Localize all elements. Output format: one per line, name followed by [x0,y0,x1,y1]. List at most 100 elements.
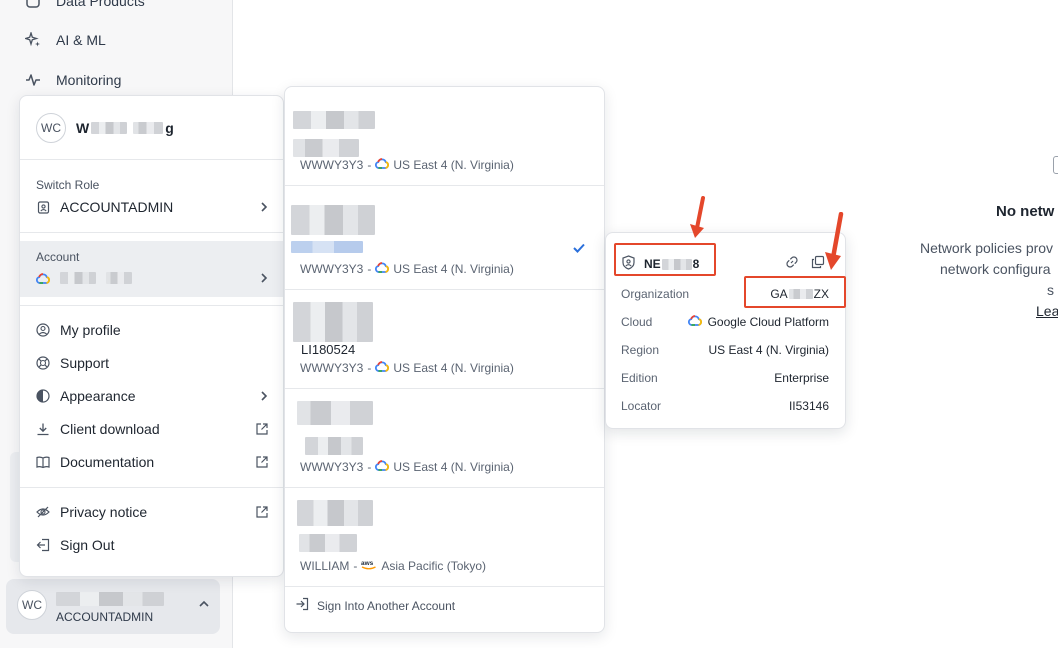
chevron-up-icon[interactable] [198,597,210,615]
divider [20,305,283,306]
menu-item-label: Support [60,355,110,371]
account-separator: - [353,559,358,573]
account-separator: - [367,460,372,474]
checkmark-icon [572,241,586,259]
user-menu-header: WC W g [20,96,283,160]
sidebar-item-ai-ml[interactable]: AI & ML [24,31,106,49]
google-cloud-icon [687,315,702,329]
link-icon[interactable] [785,255,799,274]
book-icon [36,455,50,469]
detail-row-edition: Edition Enterprise [621,371,829,385]
redacted-account-name [106,272,132,284]
account-list-item[interactable]: LI180524 WWWY3Y3 - US East 4 (N. Virgini… [285,290,604,389]
sidebar-item-data-products[interactable]: Data Products [24,0,145,10]
aws-icon: aws [361,559,377,573]
account-switch-button[interactable] [36,271,269,285]
annotation-box-account-name [614,243,716,276]
privacy-notice-item[interactable]: Privacy notice [36,504,269,520]
chevron-right-icon [259,272,269,284]
google-cloud-icon [375,158,390,172]
lifebuoy-icon [36,356,50,370]
empty-state-title: No netw [996,203,1055,220]
annotation-arrow-icon [825,212,844,270]
menu-item-label: Privacy notice [60,504,148,520]
account-org: WWWY3Y3 [300,262,364,276]
account-region: US East 4 (N. Virginia) [393,158,514,172]
switch-role-label: Switch Role [36,178,100,192]
my-profile-item[interactable]: My profile [36,322,269,338]
account-region: US East 4 (N. Virginia) [393,460,514,474]
account-org: WWWY3Y3 [300,158,364,172]
account-list-item[interactable]: WILLIAM - aws Asia Pacific (Tokyo) [285,488,604,587]
appearance-item[interactable]: Appearance [36,388,269,404]
avatar: WC [17,590,47,620]
detail-value: Google Cloud Platform [687,315,829,329]
activity-icon [24,71,42,89]
account-name-fragment: LI180524 [301,342,356,357]
sidebar-item-label: AI & ML [56,32,106,48]
account-subtitle: WWWY3Y3 - US East 4 (N. Virginia) [300,361,514,375]
empty-state-description: s [1047,282,1054,298]
menu-item-label: Documentation [60,454,155,470]
redacted-account-name [293,111,375,129]
detail-row-cloud: Cloud Google Cloud Platform [621,315,829,329]
user-name: W g [76,120,174,136]
user-circle-icon [36,323,50,337]
eye-off-icon [36,505,50,519]
documentation-item[interactable]: Documentation [36,454,269,470]
svg-text:aws: aws [361,560,374,567]
switch-role-value: ACCOUNTADMIN [60,199,174,215]
detail-row-locator: Locator II53146 [621,399,829,413]
menu-item-label: My profile [60,322,121,338]
redacted-account-name [293,139,359,157]
support-item[interactable]: Support [36,355,269,371]
avatar: WC [36,113,66,143]
external-link-icon [255,455,269,469]
sidebar-item-monitoring[interactable]: Monitoring [24,71,121,89]
user-menu: WC W g Switch Role ACCOUNTADMIN Account [19,95,284,577]
switch-role-button[interactable]: ACCOUNTADMIN [36,199,269,215]
redacted-account-name [305,437,363,455]
annotation-arrow-icon [690,196,705,238]
external-link-icon [255,422,269,436]
account-details-tools [785,255,825,274]
redacted-account-name [297,401,373,425]
account-list-item[interactable]: WWWY3Y3 - US East 4 (N. Virginia) [285,191,604,290]
chevron-right-icon [259,201,269,213]
menu-item-label: Client download [60,421,160,437]
detail-row-region: Region US East 4 (N. Virginia) [621,343,829,357]
network-policy-icon [1053,156,1058,174]
detail-value: Enterprise [774,371,829,385]
account-subtitle: WWWY3Y3 - US East 4 (N. Virginia) [300,262,514,276]
sparkle-icon [24,31,42,49]
account-org: WWWY3Y3 [300,460,364,474]
menu-item-label: Sign Out [60,537,115,553]
user-chip[interactable]: WC ACCOUNTADMIN [6,579,220,634]
google-cloud-icon [375,262,390,276]
google-cloud-icon [36,271,50,285]
detail-key: Cloud [621,315,653,329]
sign-into-another-account-button[interactable]: Sign Into Another Account [295,597,455,614]
external-link-icon [255,505,269,519]
detail-key: Edition [621,371,658,385]
account-list-item[interactable]: WWWY3Y3 - US East 4 (N. Virginia) [285,87,604,186]
account-subtitle: WILLIAM - aws Asia Pacific (Tokyo) [300,559,486,573]
account-region: US East 4 (N. Virginia) [393,361,514,375]
account-separator: - [367,262,372,276]
redacted-account-name [291,205,375,235]
redacted-account-name [60,272,96,284]
account-list-item[interactable]: WWWY3Y3 - US East 4 (N. Virginia) [285,389,604,488]
annotation-box-organization [744,276,846,308]
cloud-value: Google Cloud Platform [707,315,829,329]
redacted-text [91,122,128,134]
account-label: Account [36,250,80,264]
account-subtitle: WWWY3Y3 - US East 4 (N. Virginia) [300,158,514,172]
google-cloud-icon [375,361,390,375]
sign-out-item[interactable]: Sign Out [36,537,269,553]
data-products-icon [24,0,42,10]
redacted-user-name [56,592,164,606]
google-cloud-icon [375,460,390,474]
learn-more-link[interactable]: Lea [1036,303,1058,319]
client-download-item[interactable]: Client download [36,421,269,437]
account-org: WWWY3Y3 [300,361,364,375]
